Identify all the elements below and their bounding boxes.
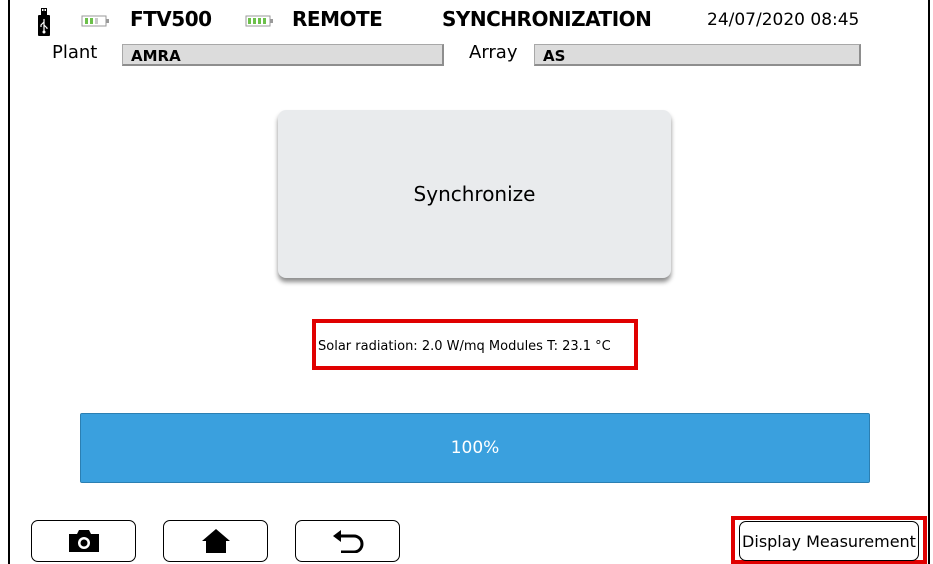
device-name: FTV500 (130, 7, 212, 31)
status-bar: FTV500 REMOTE SYNCHRONIZATION 24/07/2020… (0, 0, 933, 38)
battery-icon (81, 15, 109, 27)
screen-edge-right (928, 0, 930, 564)
display-measurement-button[interactable]: Display Measurement (739, 521, 919, 561)
synchronize-button-label: Synchronize (413, 182, 536, 206)
screen-edge-left (8, 0, 10, 564)
back-button[interactable] (295, 520, 400, 562)
plant-label: Plant (52, 42, 98, 63)
home-icon (201, 529, 230, 553)
display-measurement-label: Display Measurement (742, 531, 916, 551)
synchronize-button[interactable]: Synchronize (278, 110, 671, 278)
camera-button[interactable] (31, 520, 136, 562)
array-label: Array (469, 42, 518, 63)
usb-stick-icon (38, 8, 50, 36)
date-time: 24/07/2020 08:45 (707, 10, 860, 30)
irradiance-temperature-readout: Solar radiation: 2.0 W/mq Modules T: 23.… (318, 339, 611, 354)
plant-field[interactable]: AMRA (122, 44, 444, 66)
battery-icon (245, 15, 273, 27)
screen-title: SYNCHRONIZATION (442, 7, 652, 31)
progress-bar: 100% (80, 413, 870, 483)
device-screen: FTV500 REMOTE SYNCHRONIZATION 24/07/2020… (0, 0, 933, 564)
home-button[interactable] (163, 520, 268, 562)
back-arrow-icon (332, 530, 363, 553)
progress-text: 100% (450, 438, 500, 458)
connection-mode: REMOTE (292, 7, 383, 31)
camera-icon (68, 530, 99, 552)
array-field[interactable]: AS (534, 44, 861, 66)
